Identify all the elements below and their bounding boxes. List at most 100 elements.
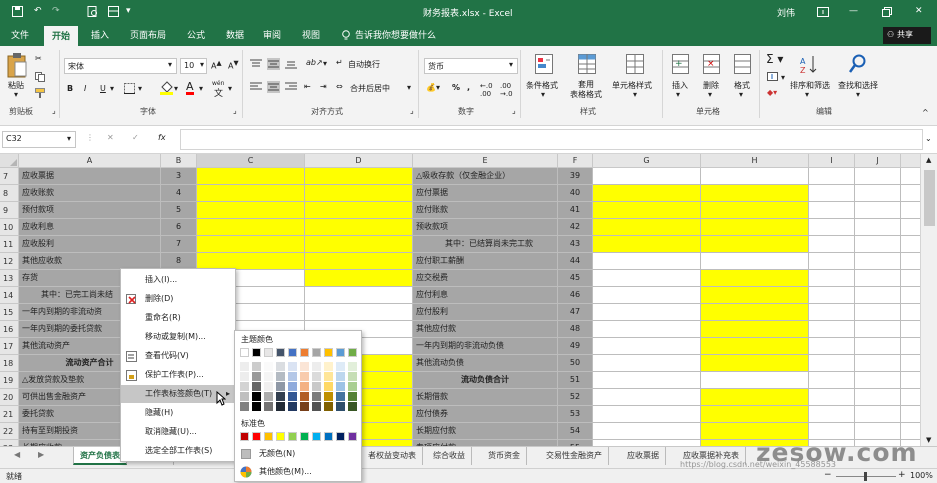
theme-color-shade-swatch[interactable] xyxy=(288,372,297,381)
cell-i[interactable] xyxy=(809,355,855,372)
font-launcher-icon[interactable]: ⌟ xyxy=(233,106,237,115)
zoom-minus-icon[interactable]: − xyxy=(824,470,832,480)
format-as-table-icon[interactable] xyxy=(578,54,596,74)
menu-item-unhide[interactable]: 取消隐藏(U)... xyxy=(121,423,235,441)
name-box-dropdown-icon[interactable]: ▾ xyxy=(67,134,71,143)
cell-f[interactable]: 45 xyxy=(558,270,593,287)
cell-c[interactable] xyxy=(197,185,305,202)
cell-i[interactable] xyxy=(809,236,855,253)
vertical-scrollbar[interactable]: ▲ ▼ xyxy=(920,154,937,446)
cell-j[interactable] xyxy=(855,355,901,372)
standard-color-swatch[interactable] xyxy=(300,432,309,441)
standard-color-swatch[interactable] xyxy=(312,432,321,441)
tab-file[interactable]: 文件 xyxy=(11,28,29,41)
quick-access-icon[interactable] xyxy=(108,6,119,17)
row-header[interactable]: 10 xyxy=(0,219,19,236)
increase-font-icon[interactable]: A▲ xyxy=(211,59,222,71)
print-preview-icon[interactable] xyxy=(87,6,98,17)
cell-f[interactable]: 40 xyxy=(558,185,593,202)
insert-function-icon[interactable]: fx xyxy=(158,133,166,142)
row-header[interactable]: 22 xyxy=(0,423,19,440)
cell-g[interactable] xyxy=(593,372,701,389)
cell-g[interactable] xyxy=(593,219,701,236)
zoom-slider-thumb[interactable] xyxy=(864,472,867,481)
cell-k[interactable] xyxy=(901,236,920,253)
theme-color-swatch[interactable] xyxy=(276,348,285,357)
cell-h[interactable] xyxy=(701,321,809,338)
wrap-text-button[interactable]: 自动换行 xyxy=(348,59,380,70)
theme-color-shade-swatch[interactable] xyxy=(252,372,261,381)
cell-k[interactable] xyxy=(901,321,920,338)
cell-f[interactable]: 50 xyxy=(558,355,593,372)
redo-icon[interactable]: ↷ xyxy=(52,6,60,16)
align-center-icon[interactable] xyxy=(267,81,280,93)
insert-cells-icon[interactable]: + xyxy=(672,54,689,74)
decrease-indent-icon[interactable]: ⇤ xyxy=(304,82,311,91)
cell-g[interactable] xyxy=(593,287,701,304)
theme-color-shade-swatch[interactable] xyxy=(276,362,285,371)
wrap-text-icon[interactable]: ↵ xyxy=(336,58,343,67)
theme-color-shade-swatch[interactable] xyxy=(252,362,261,371)
cell-j[interactable] xyxy=(855,219,901,236)
cell-j[interactable] xyxy=(855,185,901,202)
theme-color-shade-swatch[interactable] xyxy=(300,402,309,411)
cell-k[interactable] xyxy=(901,219,920,236)
cell-h[interactable] xyxy=(701,168,809,185)
cell-g[interactable] xyxy=(593,406,701,423)
cell-h[interactable] xyxy=(701,287,809,304)
theme-color-shade-swatch[interactable] xyxy=(288,382,297,391)
column-header-j[interactable]: J xyxy=(855,154,901,168)
theme-color-shade-swatch[interactable] xyxy=(276,402,285,411)
theme-color-shade-swatch[interactable] xyxy=(312,402,321,411)
cell-e[interactable]: 应付账款 xyxy=(413,202,558,219)
theme-color-shade-swatch[interactable] xyxy=(240,402,249,411)
paste-dropdown-icon[interactable]: ▾ xyxy=(14,90,18,99)
comma-style-icon[interactable]: , xyxy=(467,83,470,92)
cell-f[interactable]: 53 xyxy=(558,406,593,423)
underline-dropdown-icon[interactable]: ▾ xyxy=(110,84,114,93)
cell-a[interactable]: 应收利息 xyxy=(19,219,161,236)
cell-f[interactable]: 51 xyxy=(558,372,593,389)
theme-color-shade-swatch[interactable] xyxy=(348,372,357,381)
tab-review[interactable]: 审阅 xyxy=(263,28,281,41)
cell-g[interactable] xyxy=(593,423,701,440)
theme-color-shade-swatch[interactable] xyxy=(276,392,285,401)
theme-color-shade-swatch[interactable] xyxy=(300,362,309,371)
menu-item-protect-sheet[interactable]: 保护工作表(P)... xyxy=(121,366,235,384)
theme-color-swatch[interactable] xyxy=(288,348,297,357)
cell-g[interactable] xyxy=(593,355,701,372)
scroll-up-arrow[interactable]: ▲ xyxy=(926,156,931,164)
copy-icon[interactable] xyxy=(35,72,45,82)
cell-g[interactable] xyxy=(593,168,701,185)
column-header-d[interactable]: D xyxy=(305,154,413,168)
cell-j[interactable] xyxy=(855,253,901,270)
column-header-h[interactable]: H xyxy=(701,154,809,168)
theme-color-shade-swatch[interactable] xyxy=(348,382,357,391)
cell-h[interactable] xyxy=(701,372,809,389)
formula-input[interactable] xyxy=(180,129,923,150)
cell-j[interactable] xyxy=(855,389,901,406)
theme-color-shade-swatch[interactable] xyxy=(264,372,273,381)
column-header-b[interactable]: B xyxy=(161,154,197,168)
format-cells-icon[interactable] xyxy=(734,54,751,74)
cell-k[interactable] xyxy=(901,202,920,219)
sheet-tab-balance-sheet[interactable]: 资产负债表 xyxy=(73,447,127,465)
standard-color-swatch[interactable] xyxy=(348,432,357,441)
underline-button[interactable]: U xyxy=(100,84,106,93)
theme-color-shade-swatch[interactable] xyxy=(312,392,321,401)
delete-dropdown-icon[interactable]: ▾ xyxy=(708,90,712,99)
scroll-thumb[interactable] xyxy=(924,170,935,226)
fill-color-icon[interactable] xyxy=(160,81,173,95)
row-header[interactable]: 13 xyxy=(0,270,19,287)
row-header[interactable]: 20 xyxy=(0,389,19,406)
cell-f[interactable]: 49 xyxy=(558,338,593,355)
number-format-select[interactable]: 货币 xyxy=(424,58,518,74)
cell-i[interactable] xyxy=(809,287,855,304)
theme-color-shade-swatch[interactable] xyxy=(336,392,345,401)
close-icon[interactable]: ✕ xyxy=(915,6,923,16)
border-icon[interactable] xyxy=(124,83,135,94)
align-top-icon[interactable] xyxy=(250,59,262,69)
cell-b[interactable]: 6 xyxy=(161,219,197,236)
align-middle-icon[interactable] xyxy=(267,58,280,70)
border-dropdown-icon[interactable]: ▾ xyxy=(138,84,142,93)
